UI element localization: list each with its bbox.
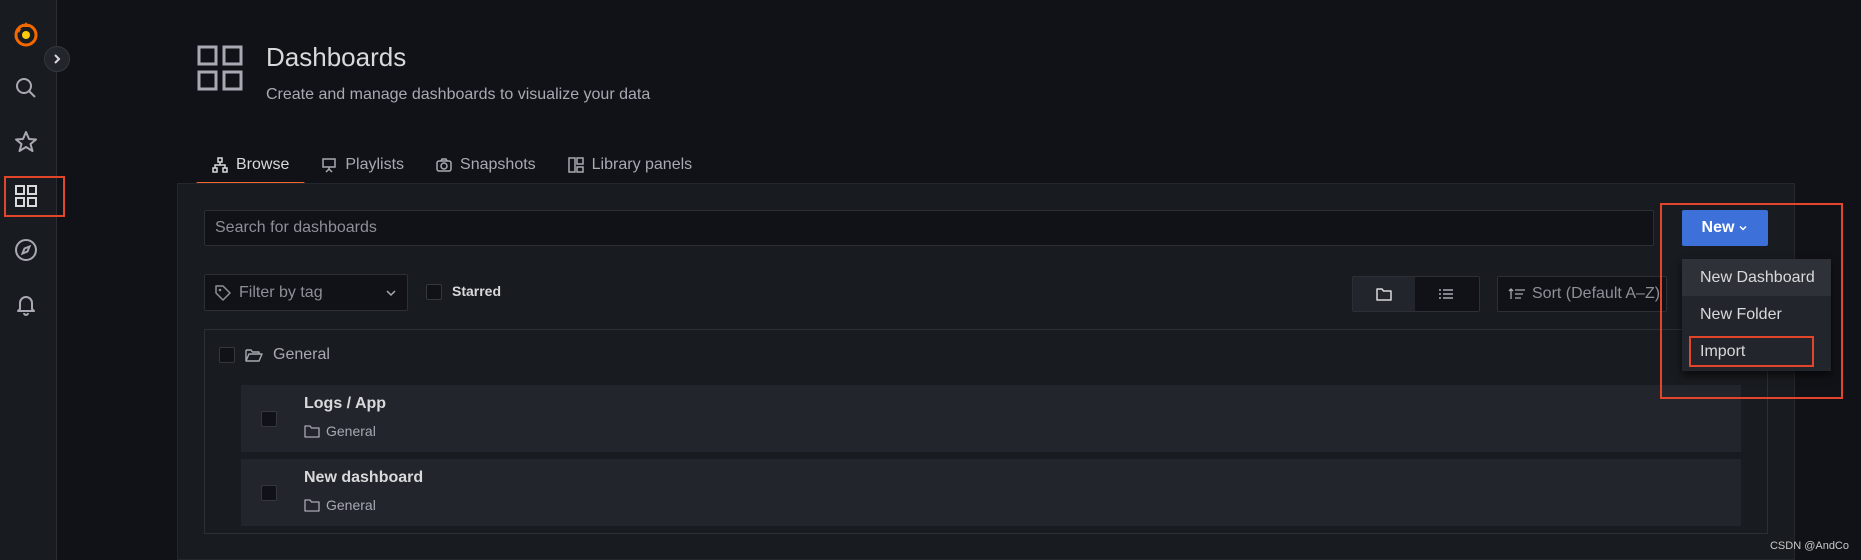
starred-checkbox[interactable] xyxy=(426,284,442,300)
list-icon xyxy=(1439,289,1453,299)
item-folder-label: General xyxy=(326,497,376,513)
view-toggle xyxy=(1352,276,1480,312)
sort-select[interactable]: Sort (Default A–Z) xyxy=(1497,276,1667,312)
list-item[interactable]: New dashboard General xyxy=(241,459,1741,526)
sort-label: Sort (Default A–Z) xyxy=(1532,285,1661,302)
grafana-logo-icon[interactable] xyxy=(10,18,42,50)
folder-checkbox[interactable] xyxy=(219,347,235,363)
folder-row-general[interactable]: General xyxy=(219,346,330,364)
alerting-bell-icon[interactable] xyxy=(10,288,42,320)
tab-library-panels[interactable]: Library panels xyxy=(552,148,709,182)
folder-icon xyxy=(304,424,320,438)
folder-icon xyxy=(1376,288,1392,301)
tab-snapshots-label: Snapshots xyxy=(460,156,536,173)
tab-playlists-label: Playlists xyxy=(345,156,405,173)
list-item[interactable]: Logs / App General xyxy=(241,385,1741,452)
tab-browse[interactable]: Browse xyxy=(196,148,306,186)
tag-icon xyxy=(215,284,231,301)
star-icon[interactable] xyxy=(10,126,42,158)
dashboards-highlight-box xyxy=(4,176,65,217)
watermark: CSDN @AndCo xyxy=(1769,540,1849,552)
camera-icon xyxy=(436,158,452,172)
item-folder-label: General xyxy=(326,423,376,439)
sidebar xyxy=(0,0,57,560)
dashboard-title[interactable]: Logs / App xyxy=(304,395,386,413)
search-icon[interactable] xyxy=(10,72,42,104)
explore-icon[interactable] xyxy=(10,234,42,266)
library-panels-icon xyxy=(567,157,584,173)
tab-playlists[interactable]: Playlists xyxy=(305,148,420,182)
folder-view-button[interactable] xyxy=(1353,277,1415,311)
tag-filter-select[interactable]: Filter by tag xyxy=(204,274,408,311)
filter-placeholder: Filter by tag xyxy=(239,283,323,301)
folder-label: General xyxy=(273,346,330,363)
page-title: Dashboards xyxy=(266,42,407,72)
chevron-down-icon xyxy=(386,289,396,296)
presentation-icon xyxy=(322,158,337,173)
list-view-button[interactable] xyxy=(1415,277,1477,311)
dashboards-page-icon xyxy=(196,44,244,97)
folder-open-icon xyxy=(245,349,263,362)
dashboard-list: General Logs / App General New dashboard… xyxy=(204,329,1768,534)
new-menu-highlight-box xyxy=(1660,203,1843,399)
sidebar-toggle-button[interactable] xyxy=(44,46,70,72)
item-folder: General xyxy=(304,423,376,439)
sitemap-icon xyxy=(212,157,228,173)
tab-snapshots[interactable]: Snapshots xyxy=(420,148,552,182)
dashboard-title[interactable]: New dashboard xyxy=(304,469,423,487)
item-checkbox[interactable] xyxy=(261,411,277,427)
folder-icon xyxy=(304,498,320,512)
tab-bar: Browse Playlists Snapshots Library panel… xyxy=(196,148,709,186)
tab-browse-label: Browse xyxy=(236,156,290,173)
search-input[interactable]: Search for dashboards xyxy=(204,210,1654,246)
search-placeholder: Search for dashboards xyxy=(215,219,377,236)
page-subtitle: Create and manage dashboards to visualiz… xyxy=(266,86,651,103)
chevron-right-icon xyxy=(54,54,61,64)
item-folder: General xyxy=(304,497,376,513)
sort-icon xyxy=(1508,288,1525,299)
item-checkbox[interactable] xyxy=(261,485,277,501)
tab-library-panels-label: Library panels xyxy=(591,156,693,173)
starred-label: Starred xyxy=(452,283,502,299)
